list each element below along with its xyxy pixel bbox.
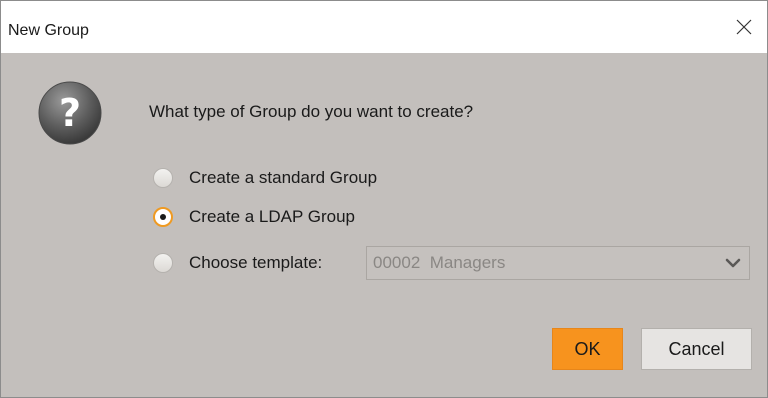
radio-standard-group[interactable]: [153, 168, 173, 188]
new-group-dialog: New Group ? What type of Group do you wa…: [0, 0, 768, 398]
question-icon: ?: [38, 81, 102, 145]
radio-choose-template[interactable]: [153, 253, 173, 273]
template-select-value: 00002 Managers: [373, 253, 506, 272]
dialog-body: ? What type of Group do you want to crea…: [1, 53, 767, 397]
option-ldap-group-label: Create a LDAP Group: [189, 207, 355, 226]
ok-button[interactable]: OK: [552, 328, 623, 370]
option-standard-group[interactable]: Create a standard Group: [153, 166, 377, 190]
template-select[interactable]: 00002 Managers: [366, 246, 750, 280]
svg-text:?: ?: [59, 91, 81, 135]
option-standard-group-label: Create a standard Group: [189, 168, 378, 187]
close-icon: [736, 19, 752, 35]
chevron-down-icon: [725, 258, 741, 268]
option-choose-template-label: Choose template:: [189, 253, 323, 272]
cancel-button[interactable]: Cancel: [641, 328, 752, 370]
option-ldap-group[interactable]: Create a LDAP Group: [153, 205, 355, 229]
window-title: New Group: [8, 22, 89, 39]
close-button[interactable]: [721, 1, 767, 53]
dialog-prompt: What type of Group do you want to create…: [149, 102, 474, 121]
option-choose-template[interactable]: Choose template:: [153, 251, 322, 275]
title-bar: New Group: [1, 0, 767, 53]
radio-ldap-group[interactable]: [153, 207, 173, 227]
